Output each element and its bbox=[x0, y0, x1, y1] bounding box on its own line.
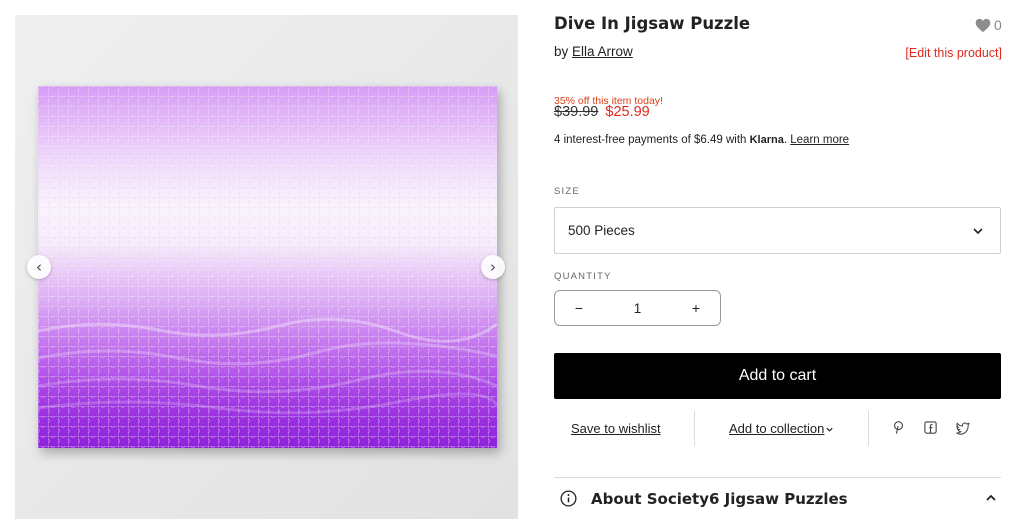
edit-product-link[interactable]: [Edit this product] bbox=[905, 46, 1002, 60]
pinterest-icon[interactable] bbox=[891, 420, 906, 435]
byline-prefix: by bbox=[554, 44, 569, 59]
learn-more-link[interactable]: Learn more bbox=[790, 134, 849, 146]
original-price: $39.99 bbox=[554, 104, 599, 120]
info-icon bbox=[560, 490, 577, 507]
quantity-decrease-button[interactable]: − bbox=[555, 300, 603, 316]
quantity-label: QUANTITY bbox=[554, 271, 612, 282]
size-label: SIZE bbox=[554, 186, 580, 197]
byline: by Ella Arrow bbox=[554, 44, 633, 59]
divider bbox=[694, 411, 695, 446]
klarna-period: . bbox=[783, 134, 788, 146]
add-to-collection-link[interactable]: Add to collection bbox=[729, 421, 824, 436]
klarna-logo: Klarna bbox=[749, 134, 784, 146]
quantity-value[interactable]: 1 bbox=[603, 301, 672, 316]
product-title: Dive In Jigsaw Puzzle bbox=[554, 14, 751, 33]
chevron-down-icon bbox=[973, 227, 983, 234]
product-image-gallery: ‹ › bbox=[15, 15, 518, 519]
add-to-cart-button[interactable]: Add to cart bbox=[554, 353, 1001, 399]
klarna-text: 4 interest-free payments of $6.49 with bbox=[554, 134, 747, 146]
about-title: About Society6 Jigsaw Puzzles bbox=[591, 490, 848, 508]
sale-price: $25.99 bbox=[605, 104, 650, 120]
size-select[interactable]: 500 Pieces bbox=[554, 207, 1001, 254]
heart-icon bbox=[975, 18, 991, 32]
twitter-icon[interactable] bbox=[955, 420, 970, 435]
product-image-puzzle[interactable] bbox=[38, 86, 497, 448]
gallery-next-button[interactable]: › bbox=[481, 255, 505, 279]
about-accordion-header[interactable]: About Society6 Jigsaw Puzzles bbox=[554, 486, 1001, 514]
puzzle-piece-pattern bbox=[38, 86, 497, 448]
save-to-wishlist-link[interactable]: Save to wishlist bbox=[571, 421, 661, 436]
artist-link[interactable]: Ella Arrow bbox=[572, 44, 633, 59]
product-actions: Save to wishlist Add to collection bbox=[554, 411, 1001, 446]
gallery-prev-button[interactable]: ‹ bbox=[27, 255, 51, 279]
facebook-icon[interactable] bbox=[923, 420, 938, 435]
quantity-stepper: − 1 + bbox=[554, 290, 721, 326]
like-button[interactable]: 0 bbox=[975, 17, 1002, 33]
chevron-down-icon bbox=[826, 427, 833, 432]
like-count: 0 bbox=[994, 17, 1002, 33]
chevron-up-icon bbox=[986, 494, 996, 501]
divider bbox=[868, 411, 869, 446]
price-block: $39.99 $25.99 bbox=[554, 104, 650, 120]
chevron-right-icon: › bbox=[490, 257, 496, 276]
chevron-left-icon: ‹ bbox=[36, 257, 42, 276]
section-divider bbox=[554, 477, 1001, 478]
size-selected-value: 500 Pieces bbox=[568, 223, 635, 238]
quantity-increase-button[interactable]: + bbox=[672, 300, 720, 316]
klarna-message: 4 interest-free payments of $6.49 with K… bbox=[554, 134, 849, 146]
